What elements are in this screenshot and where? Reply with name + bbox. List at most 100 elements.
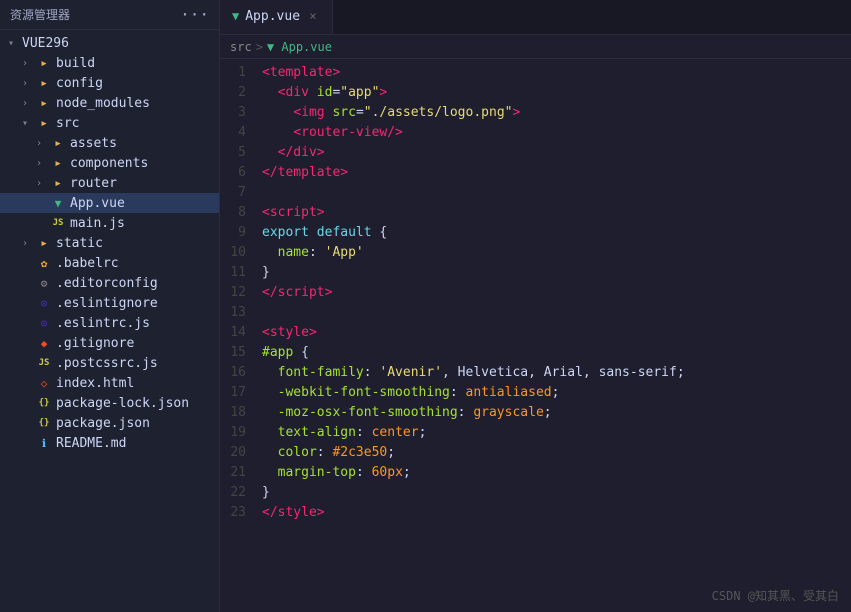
- folder-icon: ▸: [36, 75, 52, 91]
- sidebar-item-root[interactable]: ▾ VUE296: [0, 34, 219, 53]
- line-content: }: [262, 483, 851, 503]
- chevron-right-icon: ›: [22, 78, 36, 89]
- item-label: src: [56, 116, 79, 131]
- item-label: assets: [70, 136, 117, 151]
- line-content: name: 'App': [262, 243, 851, 263]
- sidebar-item-.postcssrc.js[interactable]: JS.postcssrc.js: [0, 353, 219, 373]
- git-icon: ◆: [36, 335, 52, 351]
- code-line: 4 <router-view/>: [220, 123, 851, 143]
- sidebar-item-.editorconfig[interactable]: ⚙.editorconfig: [0, 273, 219, 293]
- item-label: node_modules: [56, 96, 150, 111]
- code-line: 17 -webkit-font-smoothing: antialiased;: [220, 383, 851, 403]
- code-editor[interactable]: 1<template>2 <div id="app">3 <img src=".…: [220, 59, 851, 612]
- code-line: 10 name: 'App': [220, 243, 851, 263]
- sidebar-item-.eslintignore[interactable]: ⊙ .eslintignore: [0, 293, 219, 313]
- sidebar-item-App.vue[interactable]: ▼App.vue: [0, 193, 219, 213]
- item-label: static: [56, 236, 103, 251]
- sidebar-item-index.html[interactable]: ◇index.html: [0, 373, 219, 393]
- breadcrumb-src: src: [230, 40, 252, 54]
- item-label: package.json: [56, 416, 150, 431]
- json-icon: {}: [36, 395, 52, 411]
- vue-icon: ▼: [50, 195, 66, 211]
- tab-app-vue[interactable]: ▼ App.vue ×: [220, 0, 333, 34]
- chevron-right-icon: ›: [22, 98, 36, 109]
- eslint-icon: ⊙: [36, 295, 52, 311]
- vue-icon: ▼: [232, 9, 239, 23]
- sidebar-item-main.js[interactable]: JSmain.js: [0, 213, 219, 233]
- sidebar-item-build[interactable]: ›▸build: [0, 53, 219, 73]
- sidebar-item-router[interactable]: ›▸router: [0, 173, 219, 193]
- babel-icon: ✿: [36, 255, 52, 271]
- item-label: .eslintrc.js: [56, 316, 150, 331]
- sidebar-item-package-lock.json[interactable]: {} package-lock.json: [0, 393, 219, 413]
- json-icon: {}: [36, 415, 52, 431]
- chevron-right-icon: ›: [36, 138, 50, 149]
- eslintjs-icon: ⊙: [36, 315, 52, 331]
- folder-icon: ▸: [36, 95, 52, 111]
- sidebar-item-README.md[interactable]: ℹREADME.md: [0, 433, 219, 453]
- line-content: <template>: [262, 63, 851, 83]
- folder-icon: ▸: [36, 115, 52, 131]
- line-content: margin-top: 60px;: [262, 463, 851, 483]
- sidebar-item-config[interactable]: ›▸ config: [0, 73, 219, 93]
- chevron-right-icon: ›: [36, 158, 50, 169]
- line-number: 21: [220, 463, 262, 483]
- code-line: 13: [220, 303, 851, 323]
- line-content: </script>: [262, 283, 851, 303]
- code-line: 14<style>: [220, 323, 851, 343]
- chevron-right-icon: ›: [22, 58, 36, 69]
- line-number: 6: [220, 163, 262, 183]
- line-number: 3: [220, 103, 262, 123]
- line-number: 12: [220, 283, 262, 303]
- line-content: export default {: [262, 223, 851, 243]
- line-number: 2: [220, 83, 262, 103]
- breadcrumb-sep: >: [256, 40, 263, 54]
- line-content: -webkit-font-smoothing: antialiased;: [262, 383, 851, 403]
- line-content: <style>: [262, 323, 851, 343]
- item-label: index.html: [56, 376, 134, 391]
- sidebar-item-.eslintrc.js[interactable]: ⊙ .eslintrc.js: [0, 313, 219, 333]
- item-label: router: [70, 176, 117, 191]
- item-label: build: [56, 56, 95, 71]
- chevron-right-icon: ›: [22, 238, 36, 249]
- sidebar-menu-button[interactable]: ···: [180, 5, 209, 24]
- code-line: 20 color: #2c3e50;: [220, 443, 851, 463]
- code-line: 7: [220, 183, 851, 203]
- code-line: 23</style>: [220, 503, 851, 523]
- code-line: 19 text-align: center;: [220, 423, 851, 443]
- item-label: .eslintignore: [56, 296, 158, 311]
- sidebar-item-package.json[interactable]: {} package.json: [0, 413, 219, 433]
- sidebar-item-static[interactable]: ›▸static: [0, 233, 219, 253]
- line-number: 17: [220, 383, 262, 403]
- sidebar: 资源管理器 ··· ▾ VUE296 ›▸build›▸config›▸node…: [0, 0, 220, 612]
- line-content: </style>: [262, 503, 851, 523]
- code-line: 18 -moz-osx-font-smoothing: grayscale;: [220, 403, 851, 423]
- tab-bar: ▼ App.vue ×: [220, 0, 851, 35]
- chevron-down-icon: ▾: [22, 118, 36, 129]
- item-label: config: [56, 76, 103, 91]
- root-label: VUE296: [22, 36, 69, 51]
- code-line: 16 font-family: 'Avenir', Helvetica, Ari…: [220, 363, 851, 383]
- code-line: 8<script>: [220, 203, 851, 223]
- sidebar-item-.gitignore[interactable]: ◆ .gitignore: [0, 333, 219, 353]
- line-content: text-align: center;: [262, 423, 851, 443]
- item-label: package-lock.json: [56, 396, 189, 411]
- breadcrumb-file: ▼ App.vue: [267, 40, 332, 54]
- js-icon: JS: [50, 215, 66, 231]
- line-content: <div id="app">: [262, 83, 851, 103]
- line-number: 22: [220, 483, 262, 503]
- file-tree: ▾ VUE296 ›▸build›▸config›▸node_modules▾▸…: [0, 30, 219, 612]
- tab-label: App.vue: [245, 9, 300, 24]
- sidebar-item-src[interactable]: ▾▸ src: [0, 113, 219, 133]
- line-number: 23: [220, 503, 262, 523]
- sidebar-item-components[interactable]: ›▸components: [0, 153, 219, 173]
- item-label: .gitignore: [56, 336, 134, 351]
- line-number: 18: [220, 403, 262, 423]
- sidebar-item-assets[interactable]: ›▸assets: [0, 133, 219, 153]
- chevron-down-icon: ▾: [8, 38, 22, 49]
- sidebar-item-node_modules[interactable]: ›▸ node_modules: [0, 93, 219, 113]
- tab-close-button[interactable]: ×: [306, 9, 320, 23]
- sidebar-item-.babelrc[interactable]: ✿.babelrc: [0, 253, 219, 273]
- line-number: 20: [220, 443, 262, 463]
- md-icon: ℹ: [36, 435, 52, 451]
